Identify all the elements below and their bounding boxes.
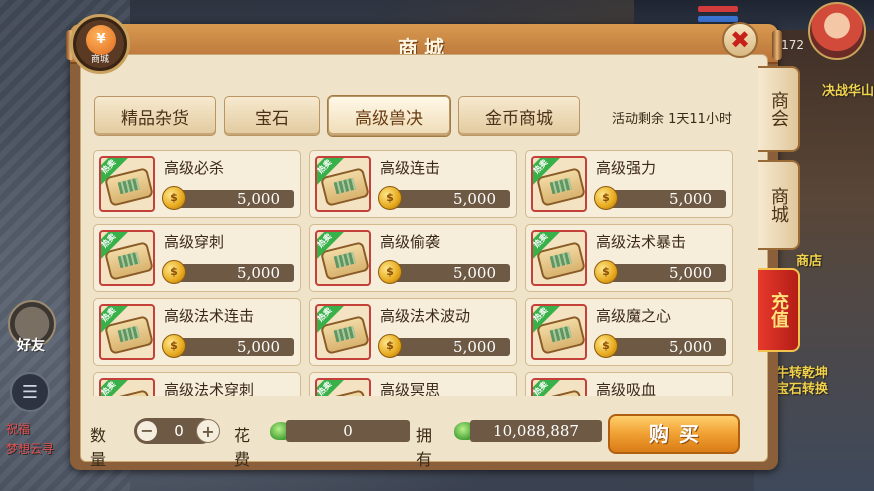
item-grid-viewport[interactable]: 热卖 高级必杀 5,000 $ 热卖 高级连击 5,000 $ 热卖 高级强力 5,000 $ 热卖 高级… [93,150,745,396]
money-bag-icon: ¥ [86,25,116,55]
shop-item-card[interactable]: 热卖 高级偷袭 5,000 $ [309,224,517,292]
gold-coin-icon: $ [162,186,186,210]
item-name: 高级魔之心 [596,307,672,325]
shop-item-card[interactable]: 热卖高级冥思$ [309,372,517,396]
skill-scroll-icon: 热卖 [315,304,371,360]
shop-item-card[interactable]: 热卖高级吸血$ [525,372,733,396]
shop-item-card[interactable]: 热卖高级法术穿刺$ [93,372,301,396]
quantity-value[interactable]: 0 [164,422,194,440]
emblem-label: 商城 [90,55,109,65]
tab-boutique[interactable]: 精品杂货 [94,96,216,136]
item-price: 5,000 [174,338,294,356]
cost-label: 花费 [234,426,251,469]
item-name: 高级法术波动 [380,307,471,325]
skill-scroll-icon: 热卖 [315,230,371,286]
item-price: 5,000 [606,190,726,208]
mp-bar [698,16,738,22]
gold-coin-icon: $ [378,186,402,210]
item-name: 高级吸血 [596,381,657,396]
item-price: 5,000 [390,338,510,356]
item-name: 高级强力 [596,159,657,177]
shop-item-card[interactable]: 热卖 高级连击 5,000 $ [309,150,517,218]
item-price: 5,000 [390,190,510,208]
close-button[interactable]: ✖ [722,22,758,58]
skill-scroll-icon: 热卖 [99,378,155,396]
shop-item-card[interactable]: 热卖 高级魔之心 5,000 $ [525,298,733,366]
side-tab-guild-shop[interactable]: 商会 [758,66,800,152]
item-grid: 热卖 高级必杀 5,000 $ 热卖 高级连击 5,000 $ 热卖 高级强力 5,000 $ 热卖 高级… [93,150,745,396]
gold-coin-icon: $ [162,260,186,284]
chat-icon[interactable]: ☰ [10,372,50,412]
skill-scroll-icon: 热卖 [99,156,155,212]
item-price: 5,000 [390,264,510,282]
gold-coin-icon: $ [594,334,618,358]
shop-item-card[interactable]: 热卖 高级穿刺 5,000 $ [93,224,301,292]
quantity-decrease-button[interactable]: − [137,421,157,441]
owned-label: 拥有 [416,426,433,469]
quantity-label: 数量 [90,426,107,469]
player-portrait-avatar[interactable] [808,2,866,60]
skill-scroll-icon: 热卖 [531,304,587,360]
shop-item-card[interactable]: 热卖 高级法术暴击 5,000 $ [525,224,733,292]
tab-advanced-skills[interactable]: 高级兽决 [328,96,450,136]
shop-item-card[interactable]: 热卖 高级法术连击 5,000 $ [93,298,301,366]
hot-sale-badge: 热卖 [101,380,130,396]
gold-coin-icon: $ [162,334,186,358]
skill-scroll-icon: 热卖 [99,304,155,360]
item-name: 高级法术暴击 [596,233,687,251]
player-level: 172 [781,38,804,52]
skill-scroll-icon: 热卖 [531,156,587,212]
skill-scroll-icon: 热卖 [531,230,587,286]
left-red-text-2: 梦想云寻 [6,442,55,456]
event-timer: 活动剩余 1天11小时 [612,112,732,127]
tab-gold-shop[interactable]: 金币商城 [458,96,580,136]
item-name: 高级穿刺 [164,233,225,251]
item-name: 高级法术穿刺 [164,381,255,396]
side-tab-label: 充值 [768,292,789,328]
gold-coin-icon: $ [378,334,402,358]
item-price: 5,000 [606,264,726,282]
right-label-event[interactable]: 决战华山 [822,80,874,99]
item-name: 高级冥思 [380,381,441,396]
item-name: 高级偷袭 [380,233,441,251]
item-name: 高级必杀 [164,159,225,177]
right-label-store[interactable]: 商店 [796,250,822,269]
side-tab-label: 商城 [768,187,789,223]
item-price: 5,000 [606,338,726,356]
owned-value: 10,088,887 [470,420,602,442]
category-tabs: 精品杂货 宝石 高级兽决 金币商城 [94,96,580,136]
item-price: 5,000 [174,264,294,282]
skill-scroll-icon: 热卖 [99,230,155,286]
shop-emblem: ¥ 商城 [70,14,130,74]
cost-value: 0 [286,420,410,442]
skill-scroll-icon: 热卖 [315,156,371,212]
skill-scroll-icon: 热卖 [315,378,371,396]
buy-button[interactable]: 购买 [608,414,740,454]
side-tab-mall[interactable]: 商城 [758,160,800,250]
tab-gems[interactable]: 宝石 [224,96,320,136]
gold-coin-icon: $ [594,260,618,284]
friends-label: 好友 [17,338,45,354]
shop-item-card[interactable]: 热卖 高级法术波动 5,000 $ [309,298,517,366]
hot-sale-badge: 热卖 [317,380,346,396]
left-red-text-1: 祝福 [6,422,31,436]
side-tab-recharge[interactable]: 充值 [758,268,800,352]
side-tab-label: 商会 [768,91,789,127]
quantity-increase-button[interactable]: + [196,419,220,443]
item-name: 高级连击 [380,159,441,177]
shop-item-card[interactable]: 热卖 高级必杀 5,000 $ [93,150,301,218]
gold-coin-icon: $ [594,186,618,210]
hp-bar [698,6,738,12]
right-label-gem-convert[interactable]: 宝石转换 [776,378,828,397]
item-name: 高级法术连击 [164,307,255,325]
gold-coin-icon: $ [378,260,402,284]
hot-sale-badge: 热卖 [533,380,562,396]
skill-scroll-icon: 热卖 [531,378,587,396]
quantity-stepper: − 0 + [134,418,220,444]
item-price: 5,000 [174,190,294,208]
shop-item-card[interactable]: 热卖 高级强力 5,000 $ [525,150,733,218]
